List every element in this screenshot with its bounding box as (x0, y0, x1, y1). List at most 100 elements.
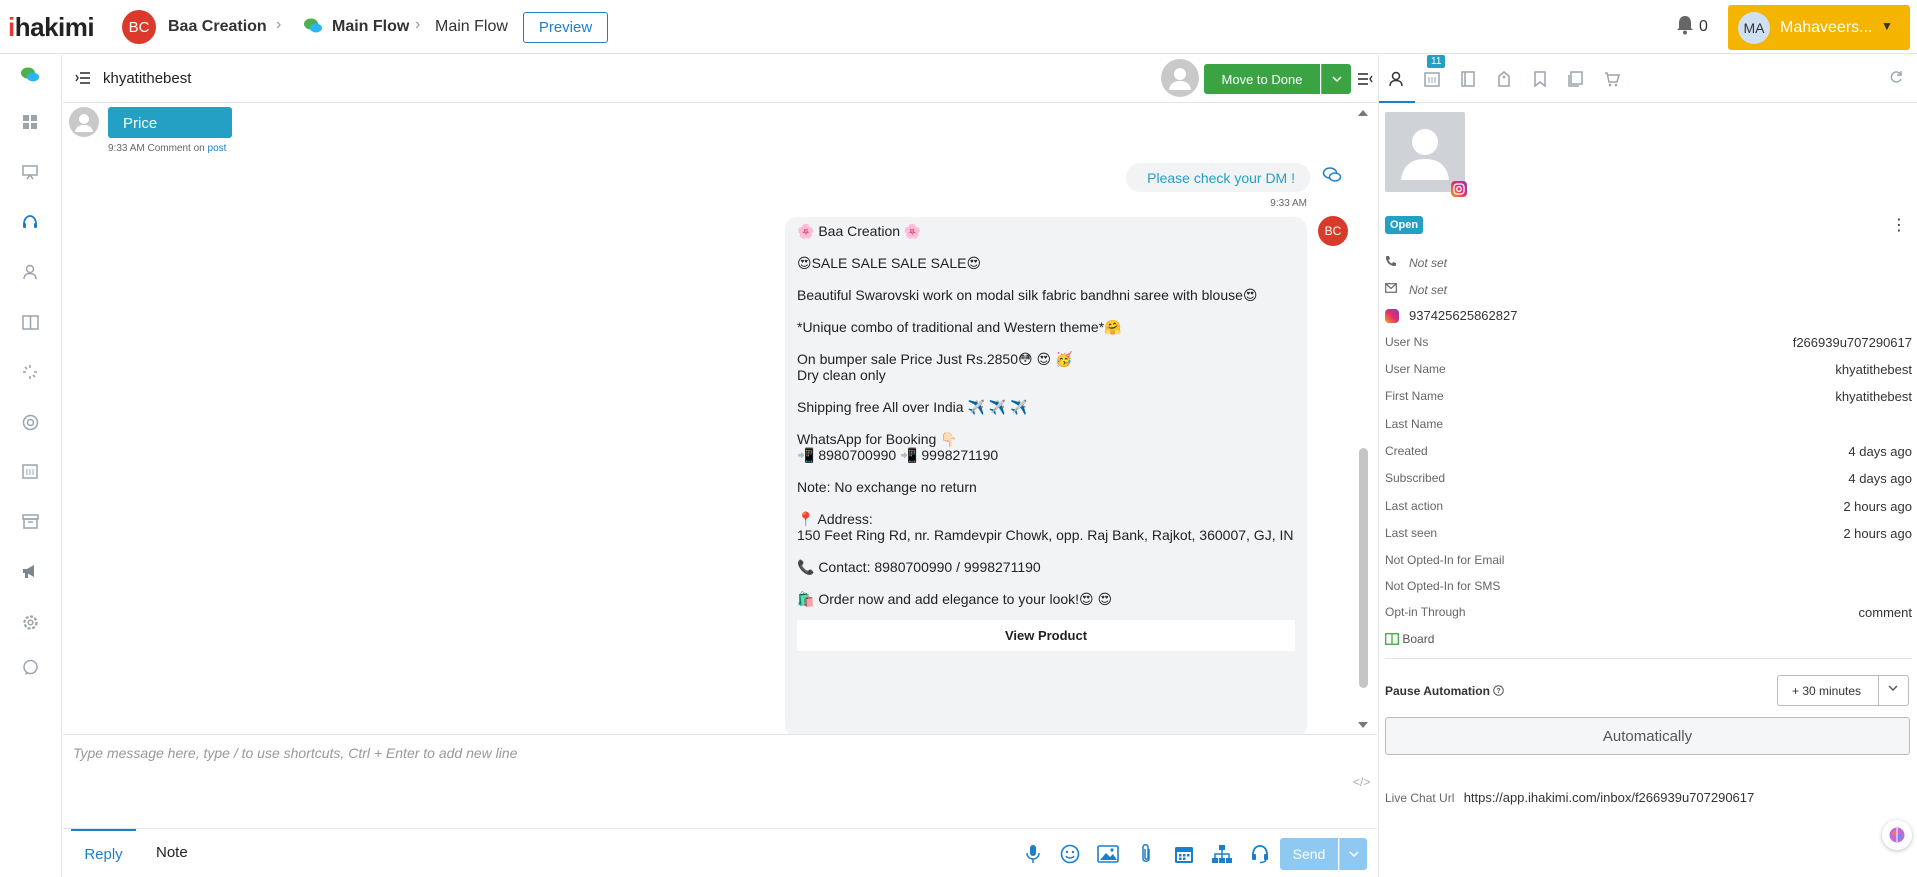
field-row: First Name khyatithebest (1385, 389, 1912, 404)
instagram-icon (1385, 309, 1399, 323)
card-line: Shipping free All over India ✈️ ✈️ ✈️ (797, 399, 1028, 415)
chat-bubbles-icon[interactable] (20, 65, 40, 85)
chat-scrollbar-thumb[interactable] (1359, 448, 1368, 688)
calendar-icon[interactable] (1173, 843, 1195, 865)
card-line: 150 Feet Ring Rd, nr. Ramdevpir Chowk, o… (797, 527, 1294, 543)
contact-avatar (69, 107, 99, 137)
account-avatar[interactable]: BC (122, 10, 156, 44)
field-row: Subscribed 4 days ago (1385, 471, 1912, 486)
field-row: Not Opted-In for SMS (1385, 579, 1501, 593)
reply-comment-icon[interactable] (1322, 166, 1342, 184)
send-options-dropdown[interactable] (1339, 838, 1367, 870)
top-bar: ihakimi BC Baa Creation › Main Flow › Ma… (0, 0, 1917, 54)
breadcrumb-step[interactable]: Main Flow (435, 18, 508, 36)
phone-value: Not set (1409, 256, 1448, 270)
pause-duration-select[interactable]: + 30 minutes (1777, 675, 1909, 706)
dashboard-icon[interactable] (20, 112, 40, 132)
lifebuoy-icon[interactable] (20, 412, 40, 432)
help-icon[interactable]: ? (1493, 685, 1505, 696)
field-row: Created 4 days ago (1385, 444, 1912, 459)
microphone-icon[interactable] (1022, 843, 1044, 865)
send-button[interactable]: Send (1280, 838, 1338, 870)
tab-calendar[interactable] (1421, 68, 1443, 90)
headset-icon[interactable] (1249, 843, 1271, 865)
pause-automation-label: Pause Automation ? (1385, 684, 1505, 698)
more-options-icon[interactable]: ⋮ (1891, 215, 1907, 235)
tab-badge: 11 (1427, 55, 1446, 68)
code-icon[interactable]: </> (1353, 775, 1370, 789)
tab-reply[interactable]: Reply (71, 829, 136, 877)
contact-details-panel: 11 Open ⋮ Not set Not set 93742562586282… (1378, 55, 1917, 877)
live-chat-url[interactable]: https://app.ihakimi.com/inbox/f266939u70… (1464, 790, 1755, 805)
status-badge[interactable]: Open (1385, 216, 1424, 234)
email-icon (1385, 283, 1397, 293)
tab-notes[interactable] (1457, 68, 1479, 90)
comment-icon[interactable] (20, 657, 40, 677)
toggle-details-panel-icon[interactable] (1357, 72, 1373, 86)
divider (1385, 658, 1912, 659)
user-icon[interactable] (20, 262, 40, 282)
archive-icon[interactable] (20, 511, 40, 531)
emoji-icon[interactable] (1059, 843, 1081, 865)
loader-icon[interactable] (20, 362, 40, 382)
attachment-icon[interactable] (1135, 843, 1157, 865)
image-icon[interactable] (1097, 843, 1119, 865)
tag-icon (1498, 71, 1510, 87)
card-line: 📞 Contact: 8980700990 / 9998271190 (797, 559, 1041, 575)
flow-chat-icon (304, 18, 322, 33)
presentation-icon[interactable] (20, 162, 40, 182)
tab-note[interactable]: Note (156, 844, 188, 861)
card-line: WhatsApp for Booking 👇🏻 (797, 431, 958, 447)
refresh-icon[interactable] (1889, 70, 1903, 84)
tab-tags[interactable] (1493, 68, 1515, 90)
field-row: Opt-in Through comment (1385, 605, 1912, 620)
message-composer[interactable]: Type message here, type / to use shortcu… (63, 734, 1377, 828)
scroll-down-icon[interactable] (1356, 720, 1370, 730)
incoming-message-meta: 9:33 AM Comment on post (108, 143, 227, 154)
notebook-icon (1461, 71, 1475, 87)
phone-icon (1386, 256, 1396, 266)
card-line: 😍SALE SALE SALE SALE😍 (797, 255, 982, 271)
ihakimi-logo[interactable]: ihakimi (8, 12, 95, 43)
breadcrumb-account[interactable]: Baa Creation (168, 18, 267, 36)
assignee-avatar[interactable] (1161, 59, 1199, 97)
move-to-done-dropdown[interactable] (1321, 64, 1351, 94)
scroll-up-icon[interactable] (1356, 108, 1370, 118)
chat-messages[interactable]: Price 9:33 AM Comment on post Please che… (63, 104, 1377, 737)
breadcrumb-flow[interactable]: Main Flow (332, 18, 409, 36)
outgoing-dm-time: 9:33 AM (1270, 198, 1307, 209)
card-line: Dry clean only (797, 367, 886, 383)
move-to-done-button[interactable]: Move to Done (1204, 64, 1320, 94)
outgoing-card-message: 🌸 Baa Creation 🌸 😍SALE SALE SALE SALE😍 B… (785, 217, 1307, 737)
bell-icon[interactable] (1676, 15, 1694, 35)
ai-assistant-icon[interactable] (1882, 820, 1912, 850)
headset-icon[interactable] (20, 213, 40, 233)
post-link[interactable]: post (208, 143, 227, 154)
settings-icon[interactable] (20, 612, 40, 632)
flow-icon[interactable] (1211, 843, 1233, 865)
view-product-button[interactable]: View Product (797, 620, 1295, 651)
preview-button[interactable]: Preview (523, 12, 608, 43)
calendar-grid-icon[interactable] (20, 461, 40, 481)
user-icon (1389, 71, 1403, 87)
user-menu[interactable]: MA Mahaveers... ▼ (1728, 5, 1910, 50)
live-chat-url-row: Live Chat Url https://app.ihakimi.com/in… (1385, 790, 1755, 805)
automatically-button[interactable]: Automatically (1385, 717, 1910, 755)
card-line: Beautiful Swarovski work on modal silk f… (797, 287, 1258, 303)
tab-orders[interactable] (1601, 68, 1623, 90)
tab-documents[interactable] (1565, 68, 1587, 90)
calendar-grid-icon (1424, 71, 1440, 87)
tab-bookmarks[interactable] (1529, 68, 1551, 90)
board-link[interactable]: Board (1384, 632, 1434, 646)
card-line: 📲 8980700990 📲 9998271190 (797, 447, 999, 463)
message-input-placeholder[interactable]: Type message here, type / to use shortcu… (73, 745, 517, 761)
collapse-sidebar-icon[interactable] (75, 71, 91, 85)
tab-profile[interactable] (1385, 68, 1407, 90)
field-row: User Ns f266939u707290617 (1385, 335, 1912, 350)
breadcrumb-separator: › (276, 16, 282, 33)
conversation-title: khyatithebest (103, 70, 192, 87)
megaphone-icon[interactable] (20, 561, 40, 581)
field-row: Not Opted-In for Email (1385, 553, 1505, 567)
board-icon[interactable] (20, 312, 40, 332)
contact-profile-picture (1385, 112, 1465, 192)
